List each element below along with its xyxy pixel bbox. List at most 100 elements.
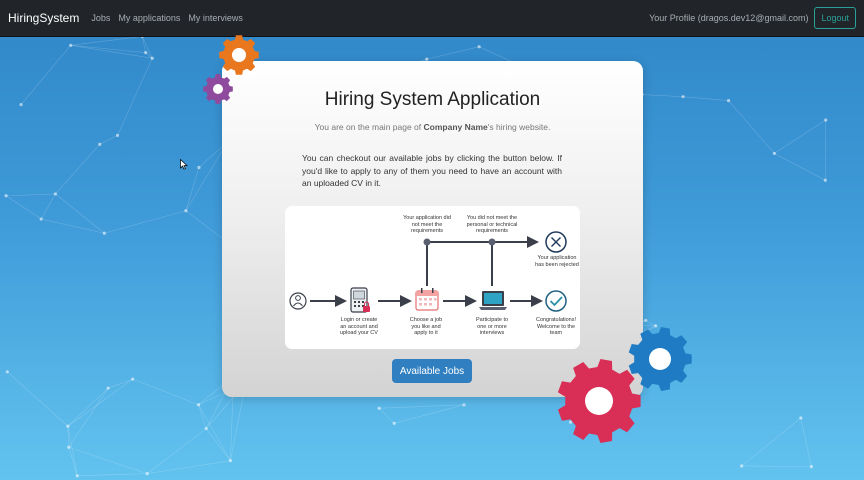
label-step-choose: Choose a job you like and apply to it [409,317,443,336]
brand-logo[interactable]: HiringSystem [8,11,79,25]
navbar: HiringSystem Jobs My applications My int… [0,0,864,37]
network-node [228,459,233,463]
network-node [131,377,135,381]
logout-button[interactable]: Logout [814,7,856,29]
network-node [39,217,43,221]
network-node [726,99,731,103]
network-node [66,424,70,428]
network-node [19,102,23,107]
nav-link-jobs[interactable]: Jobs [91,13,110,23]
network-node [102,231,106,235]
network-node [145,472,149,476]
network-node [799,416,803,420]
network-line [67,426,78,476]
profile-link[interactable]: Your Profile (dragos.dev12@gmail.com) [649,13,808,23]
network-node [824,118,828,122]
network-node [644,318,648,322]
network-line [379,404,465,409]
branch-node-choose [423,238,431,246]
network-line [205,428,231,461]
network-line [741,465,812,467]
x-circle-icon [545,231,567,253]
label-step-login: Login or create an account and upload yo… [340,317,378,336]
check-circle-icon [545,290,567,312]
available-jobs-button[interactable]: Available Jobs [392,359,472,383]
network-node [392,421,396,425]
network-line [70,36,143,46]
nav-right: Your Profile (dragos.dev12@gmail.com) Lo… [649,7,856,29]
gear-hole [649,348,671,370]
network-line [77,473,148,477]
network-line [68,388,109,448]
user-icon [289,292,307,310]
network-line [41,218,105,234]
nav-link-my-applications[interactable]: My applications [118,13,180,23]
network-line [141,36,153,59]
label-step-interview: Participate to one or more interviews [475,317,509,336]
network-node [150,56,154,60]
network-node [115,133,120,137]
network-line [20,45,71,105]
network-line [67,387,109,427]
network-line [40,193,56,220]
gear-icon [203,74,233,104]
gear-icon [557,359,641,443]
network-node [5,370,9,374]
network-node [377,406,381,410]
network-line [5,195,42,220]
label-rejected: Your application has been rejected [535,255,579,268]
network-line [55,144,100,195]
phone-lock-icon [350,287,370,313]
branch-node-interview [488,238,496,246]
gear-hole [232,48,246,62]
network-line [104,210,186,234]
gear-hole [585,387,613,415]
network-line [141,36,147,53]
network-node [75,474,79,478]
network-line [107,378,133,389]
network-line [426,46,480,60]
page-subtitle: You are on the main page of Company Name… [222,122,643,132]
network-line [117,58,153,136]
network-line [147,460,231,474]
network-line [728,100,775,154]
network-line [6,193,56,197]
network-line [683,96,729,101]
page-description: You can checkout our available jobs by c… [302,153,562,188]
network-node [69,43,73,47]
network-line [67,378,133,427]
network-node [477,45,481,49]
network-line [394,404,465,424]
gear-hole [213,84,223,94]
network-node [204,426,208,431]
network-line [147,428,207,474]
network-node [4,194,8,198]
network-line [99,135,118,145]
network-node [144,51,148,55]
network-node [196,403,201,407]
label-branch-requirements: Your application did not meet the requir… [403,215,451,234]
network-line [55,193,105,234]
network-node [53,192,57,196]
network-node [197,165,201,170]
network-line [132,378,199,406]
page-title: Hiring System Application [324,89,541,110]
network-line [378,408,395,424]
nav-link-my-interviews[interactable]: My interviews [188,13,243,23]
subtitle-prefix: You are on the main page of [314,122,424,132]
network-node [462,403,466,407]
network-node [67,445,71,449]
network-node [823,178,827,182]
network-node [184,209,188,213]
network-line [774,153,826,181]
network-line [800,417,812,467]
network-line [7,371,69,427]
network-line [741,417,801,467]
network-line [774,119,826,154]
mouse-cursor-icon [180,159,188,170]
hiring-process-diagram: Your application did not meet the requir… [285,206,580,349]
network-node [106,386,110,390]
label-step-success: Congratulations! Welcome to the team [535,317,577,336]
network-line [185,167,200,211]
network-line [641,94,684,97]
